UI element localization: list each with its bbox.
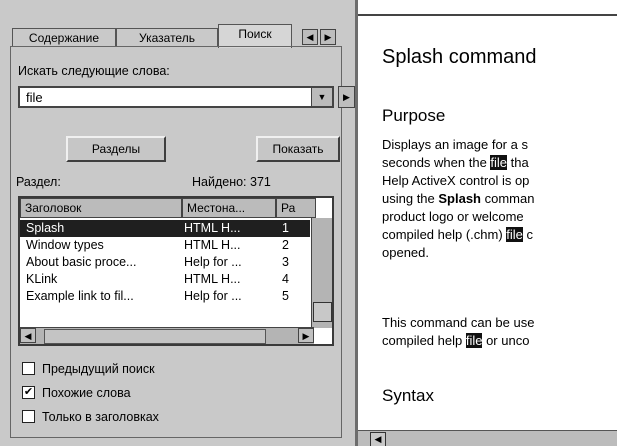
scroll-left-icon[interactable]: ◀ (20, 328, 36, 343)
pane-top-border (358, 14, 617, 16)
row-location: Help for ... (184, 289, 242, 303)
search-highlight: file (490, 155, 508, 170)
search-arrow-button[interactable]: ▶ (338, 86, 355, 108)
tab-search[interactable]: Поиск (218, 24, 292, 48)
results-list[interactable]: Заголовок Местона... Ра Splash HTML H...… (18, 196, 334, 346)
titles-only-checkbox[interactable]: Только в заголовках (22, 408, 352, 426)
table-row[interactable]: Splash HTML H... 1 (20, 220, 310, 237)
column-location-header[interactable]: Местона... (182, 198, 276, 218)
row-title: Window types (26, 238, 104, 252)
row-rank: 2 (282, 238, 289, 252)
topic-text-line: seconds when the file tha (382, 155, 529, 170)
topic-horizontal-scrollbar[interactable]: ◀ (358, 430, 617, 446)
search-highlight: file (465, 333, 483, 348)
search-input[interactable]: file ▼ (18, 86, 334, 108)
topic-text-line: This command can be use (382, 315, 535, 330)
topic-text-line: Displays an image for a s (382, 137, 528, 152)
topic-title: Splash command (382, 46, 537, 68)
column-rank-header[interactable]: Ра (276, 198, 316, 218)
similar-words-checkbox[interactable]: ✔ Похожие слова (22, 384, 352, 402)
table-row[interactable]: Window types HTML H... 2 (20, 237, 310, 254)
tab-contents[interactable]: Содержание (12, 28, 116, 46)
row-rank: 3 (282, 255, 289, 269)
row-rank: 5 (282, 289, 289, 303)
list-topics-button[interactable]: Разделы (66, 136, 166, 162)
scroll-left-icon[interactable]: ◀ (370, 432, 386, 446)
table-row[interactable]: KLink HTML H... 4 (20, 271, 310, 288)
checkbox-box[interactable] (22, 362, 35, 375)
topics-label: Раздел: (16, 175, 61, 189)
similar-words-label: Похожие слова (42, 386, 131, 400)
results-vertical-scrollbar[interactable] (311, 218, 332, 328)
row-rank: 1 (282, 221, 289, 235)
topic-text-line: opened. (382, 245, 429, 260)
checkmark-icon[interactable]: ✔ (22, 386, 35, 399)
row-location: HTML H... (184, 221, 241, 235)
column-title-header[interactable]: Заголовок (20, 198, 182, 218)
row-title: About basic proce... (26, 255, 137, 269)
titles-only-label: Только в заголовках (42, 410, 159, 424)
topic-text-line: Help ActiveX control is op (382, 173, 530, 188)
search-input-value: file (26, 90, 43, 105)
tab-index[interactable]: Указатель (116, 28, 218, 46)
syntax-heading: Syntax (382, 386, 434, 405)
row-location: HTML H... (184, 238, 241, 252)
topic-text-line: compiled help file or unco (382, 333, 530, 348)
table-row[interactable]: About basic proce... Help for ... 3 (20, 254, 310, 271)
row-title: Example link to fil... (26, 289, 134, 303)
help-navigation-pane: Содержание Указатель Поиск ◀ ▶ Искать сл… (0, 0, 358, 446)
row-location: HTML H... (184, 272, 241, 286)
search-highlight: file (506, 227, 523, 242)
row-title: Splash (26, 221, 65, 235)
scroll-right-icon[interactable]: ▶ (298, 328, 314, 343)
results-horizontal-scrollbar[interactable]: ◀ ▶ (20, 327, 314, 344)
topic-text-line: product logo or welcome (382, 209, 524, 224)
topic-text-line: compiled help (.chm) file c (382, 227, 534, 242)
tab-scroll-left-icon[interactable]: ◀ (302, 29, 318, 45)
scrollbar-thumb[interactable] (44, 329, 266, 344)
checkbox-box[interactable] (22, 410, 35, 423)
row-location: Help for ... (184, 255, 242, 269)
row-rank: 4 (282, 272, 289, 286)
tab-scroll-right-icon[interactable]: ▶ (320, 29, 336, 45)
help-topic-pane: Splash command Purpose Displays an image… (358, 0, 617, 446)
search-prompt-label: Искать следующие слова: (18, 64, 170, 78)
display-button[interactable]: Показать (256, 136, 340, 162)
previous-search-label: Предыдущий поиск (42, 362, 155, 376)
chevron-down-icon[interactable]: ▼ (311, 88, 332, 106)
purpose-heading: Purpose (382, 106, 446, 125)
previous-search-checkbox[interactable]: Предыдущий поиск (22, 360, 352, 378)
table-row[interactable]: Example link to fil... Help for ... 5 (20, 288, 310, 305)
bold-term: Splash (438, 191, 481, 206)
found-count: Найдено: 371 (192, 175, 271, 189)
row-title: KLink (26, 272, 58, 286)
scroll-down-icon[interactable] (313, 302, 332, 322)
topic-text-line: using the Splash comman (382, 191, 535, 206)
